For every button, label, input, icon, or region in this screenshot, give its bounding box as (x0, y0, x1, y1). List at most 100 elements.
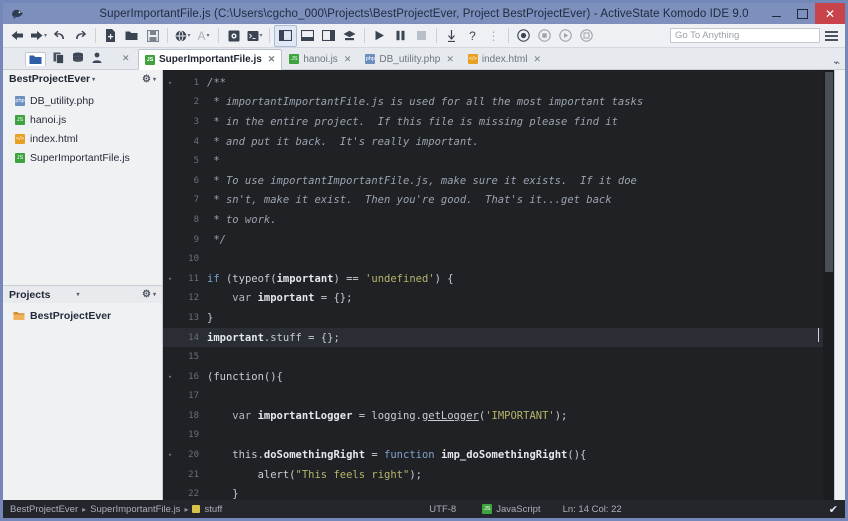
tab-superimportantfile-js[interactable]: JS SuperImportantFile.js ✕ (138, 49, 283, 70)
code-lines[interactable]: ▾ 1 /** 2 * importantImportantFile.js is us… (163, 70, 834, 500)
code-line[interactable]: 19 (163, 426, 834, 446)
code-line[interactable]: 10 (163, 249, 834, 269)
breadcrumb-file[interactable]: SuperImportantFile.js (90, 504, 180, 515)
code-line[interactable]: 9 */ (163, 230, 834, 250)
back-button[interactable] (7, 26, 28, 46)
toggle-toolbox-button[interactable] (339, 26, 360, 46)
toggle-right-pane-button[interactable] (318, 26, 339, 46)
new-file-button[interactable] (100, 26, 121, 46)
stop-macro-button[interactable] (534, 26, 555, 46)
file-item-index-html[interactable]: </> index.html (3, 129, 162, 148)
gear-icon[interactable]: ⚙ (142, 289, 151, 300)
chevron-down-icon[interactable]: ▾ (153, 76, 156, 83)
chevron-down-icon[interactable]: ▾ (44, 32, 47, 39)
font-size-button[interactable]: A ▾ (193, 26, 214, 46)
overflow-button[interactable]: ⋮ (483, 26, 504, 46)
places-tab[interactable] (25, 51, 46, 66)
code-line[interactable]: ▾ 20 this.doSomethingRight = function imp… (163, 445, 834, 465)
line-number: 1 (193, 77, 199, 88)
preview-in-browser-button[interactable]: ▾ (172, 26, 193, 46)
toggle-left-pane-button[interactable] (274, 24, 298, 47)
check-icon[interactable]: ✔ (829, 503, 838, 516)
code-line[interactable]: 15 (163, 347, 834, 367)
chevron-down-icon[interactable]: ▾ (153, 291, 156, 298)
code-line[interactable]: 5 * (163, 151, 834, 171)
cursor-position-status[interactable]: Ln: 14 Col: 22 (563, 504, 622, 515)
code-line[interactable]: 2 * importantImportantFile.js is used fo… (163, 93, 834, 113)
tab-close-icon[interactable]: ✕ (533, 54, 541, 65)
code-line[interactable]: 4 * and put it back. It's really importa… (163, 132, 834, 152)
record-macro-button[interactable] (513, 26, 534, 46)
code-token: /** (207, 76, 226, 89)
line-content: (function(){ (207, 371, 283, 383)
code-browser-tab[interactable] (53, 52, 65, 64)
toggle-bottom-pane-button[interactable] (297, 26, 318, 46)
fold-toggle-icon[interactable]: ▾ (163, 373, 177, 381)
code-editor[interactable]: ▾ 1 /** 2 * importantImportantFile.js is us… (163, 70, 834, 500)
maximize-button[interactable] (789, 3, 815, 24)
code-line[interactable]: 18 var importantLogger = logging.getLogg… (163, 406, 834, 426)
tab-close-icon[interactable]: ✕ (268, 54, 276, 65)
file-item-db-utility-php[interactable]: php DB_utility.php (3, 91, 162, 110)
breadcrumb[interactable]: BestProjectEver ▸ SuperImportantFile.js … (10, 504, 222, 515)
fold-toggle-icon[interactable]: ▾ (163, 275, 177, 283)
collaboration-tab[interactable] (91, 52, 103, 64)
chevron-down-icon[interactable]: ▾ (188, 32, 191, 39)
pin-tab-icon[interactable]: ⌁ (833, 56, 840, 69)
save-macro-button[interactable] (576, 26, 597, 46)
run-debug-button[interactable] (369, 26, 390, 46)
code-line[interactable]: 12 var important = {}; (163, 289, 834, 309)
save-button[interactable] (142, 26, 163, 46)
stop-debug-button[interactable] (411, 26, 432, 46)
redo-button[interactable] (70, 26, 91, 46)
code-line[interactable]: 22 } (163, 484, 834, 500)
run-command-button[interactable]: ▾ (244, 26, 265, 46)
code-line[interactable]: 8 * to work. (163, 210, 834, 230)
tab-close-icon[interactable]: ✕ (446, 54, 454, 65)
tab-index-html[interactable]: </> index.html ✕ (461, 49, 548, 69)
code-line[interactable]: 7 * sn't, make it exist. Then you're goo… (163, 191, 834, 211)
step-into-button[interactable] (441, 26, 462, 46)
help-button[interactable]: ? (462, 26, 483, 46)
editor-vertical-scrollbar[interactable] (823, 70, 834, 500)
scrollbar-thumb[interactable] (825, 72, 833, 272)
dbexplorer-tab[interactable] (72, 52, 84, 64)
tab-hanoi-js[interactable]: JS hanoi.js ✕ (282, 49, 358, 69)
breadcrumb-symbol[interactable]: stuff (204, 504, 222, 515)
breadcrumb-project[interactable]: BestProjectEver (10, 504, 78, 515)
forward-button[interactable]: ▾ (28, 26, 49, 46)
chevron-down-icon[interactable]: ▾ (260, 32, 263, 39)
code-line[interactable]: 13} (163, 308, 834, 328)
tab-close-icon[interactable]: ✕ (344, 54, 352, 65)
chevron-down-icon[interactable]: ▾ (92, 76, 95, 83)
undo-button[interactable] (49, 26, 70, 46)
file-item-hanoi-js[interactable]: JS hanoi.js (3, 110, 162, 129)
go-to-anything-input[interactable]: Go To Anything (670, 28, 820, 43)
language-status[interactable]: JS JavaScript (482, 504, 541, 515)
pause-debug-button[interactable] (390, 26, 411, 46)
gear-icon[interactable]: ⚙ (142, 74, 151, 85)
preferences-button[interactable] (223, 26, 244, 46)
hamburger-menu-icon[interactable] (825, 30, 838, 41)
chevron-down-icon[interactable]: ▾ (207, 32, 210, 39)
code-line[interactable]: ▾ 11 if (typeof(important) == 'undefined')… (163, 269, 834, 289)
left-pane-close-icon[interactable]: ✕ (122, 53, 130, 64)
tab-db-utility-php[interactable]: php DB_utility.php ✕ (358, 49, 461, 69)
project-item-bestprojectever[interactable]: BestProjectEver (3, 306, 162, 325)
close-button[interactable]: ✕ (815, 3, 845, 24)
code-line[interactable]: 6 * To use importantImportantFile.js, ma… (163, 171, 834, 191)
open-file-button[interactable] (121, 26, 142, 46)
encoding-status[interactable]: UTF-8 (429, 504, 456, 515)
code-line[interactable]: 17 (163, 387, 834, 407)
fold-toggle-icon[interactable]: ▾ (163, 451, 177, 459)
code-line[interactable]: 3 * in the entire project. If this file … (163, 112, 834, 132)
minimize-button[interactable] (763, 3, 789, 24)
code-line[interactable]: ▾ 1 /** (163, 73, 834, 93)
fold-toggle-icon[interactable]: ▾ (163, 79, 177, 87)
code-line[interactable]: 14 important.stuff = {}; (163, 327, 834, 348)
chevron-down-icon[interactable]: ▾ (76, 291, 79, 298)
file-item-superimportantfile-js[interactable]: JS SuperImportantFile.js (3, 148, 162, 167)
code-line[interactable]: ▾ 16 (function(){ (163, 367, 834, 387)
play-macro-button[interactable] (555, 26, 576, 46)
code-line[interactable]: 21 alert("This feels right"); (163, 465, 834, 485)
